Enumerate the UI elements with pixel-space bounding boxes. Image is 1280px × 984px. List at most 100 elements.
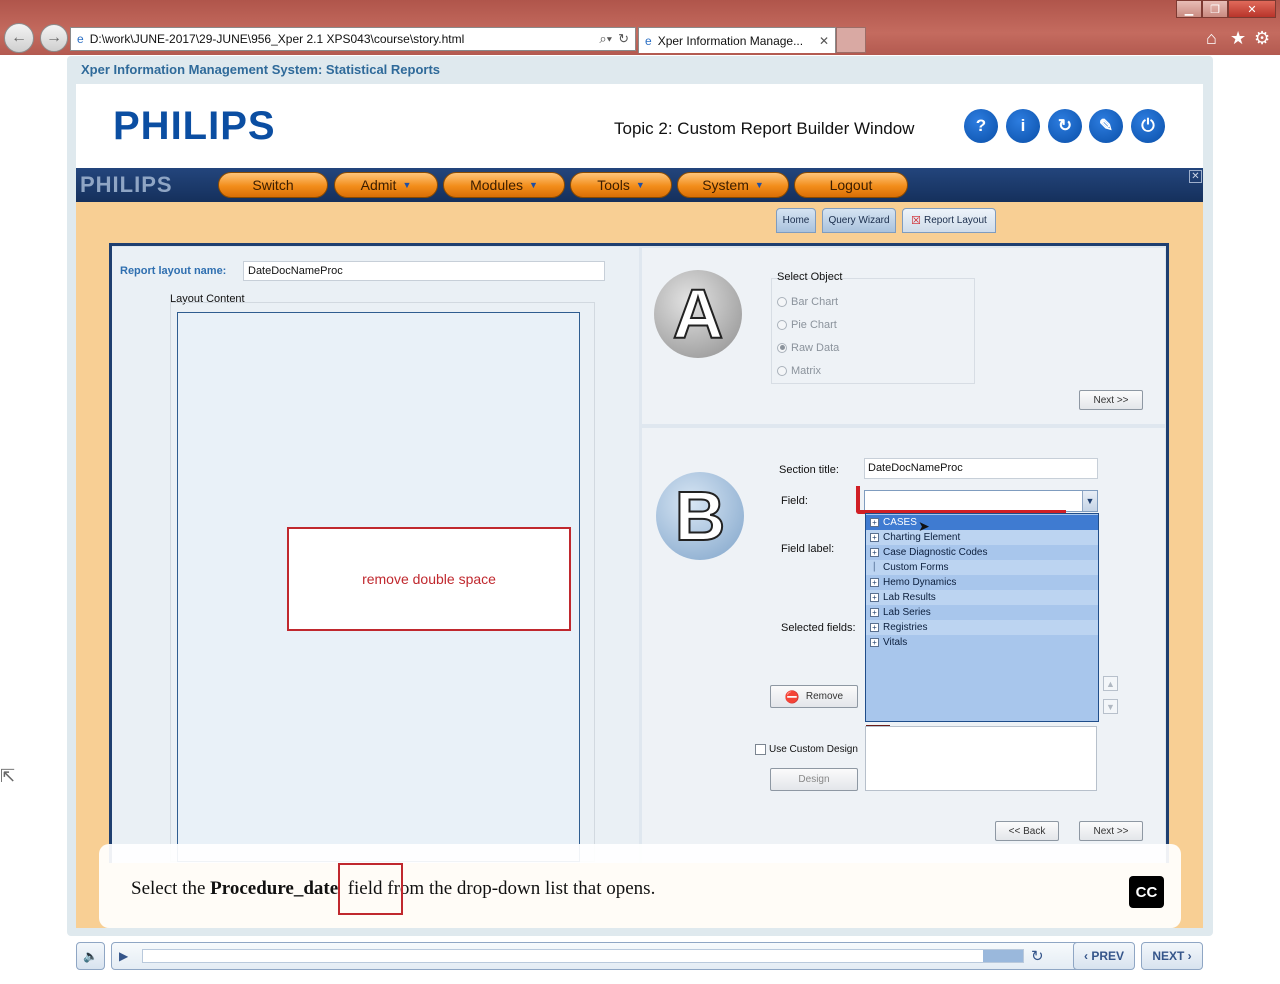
caption-pre: Select the [131, 878, 211, 899]
chevron-down-icon[interactable]: ▼ [1082, 491, 1097, 511]
expand-icon: + [870, 623, 879, 632]
replay-icon[interactable]: ↻ [1031, 947, 1044, 965]
ie-tab-icon: e [645, 33, 652, 48]
search-icon[interactable]: ⌕▾ [599, 31, 612, 47]
error-icon: ☒ [911, 215, 922, 227]
dropdown-item-cases[interactable]: + CASES [866, 515, 1098, 530]
radio-label: Bar Chart [791, 295, 839, 308]
new-tab-button[interactable] [836, 27, 866, 53]
menu-logout[interactable]: Logout [794, 172, 908, 198]
notes-button[interactable]: ✎ [1089, 109, 1123, 143]
play-icon[interactable]: ▶ [119, 949, 128, 963]
layout-name-input[interactable]: DateDocNameProc [243, 261, 605, 281]
section-b-next-button[interactable]: Next >> [1079, 821, 1143, 841]
info-button[interactable]: i [1006, 109, 1040, 143]
selected-fields-list[interactable] [865, 726, 1097, 791]
dropdown-item-case-diagnostic-codes[interactable]: + Case Diagnostic Codes [866, 545, 1098, 560]
menu-label: Switch [252, 177, 294, 193]
refresh-icon[interactable]: ↻ [618, 31, 629, 47]
forward-icon[interactable]: → [40, 24, 68, 52]
course-title: Xper Information Management System: Stat… [81, 62, 441, 77]
menu-label: Logout [829, 177, 873, 193]
field-label: Field: [781, 495, 808, 507]
philips-logo: PHILIPS [113, 104, 276, 148]
section-a-next-button[interactable]: Next >> [1079, 390, 1143, 410]
radio-raw-data[interactable]: Raw Data [777, 336, 839, 359]
menu-modules[interactable]: Modules ▼ [443, 172, 565, 198]
dropdown-item-custom-forms[interactable]: │ Custom Forms [866, 560, 1098, 575]
tab-label: Report Layout [924, 215, 987, 226]
remove-button[interactable]: ⛔ Remove [770, 685, 858, 708]
chevron-right-icon: › [1184, 949, 1192, 963]
back-icon[interactable]: ← [4, 23, 34, 53]
seek-progress [143, 950, 983, 962]
app-menubar: PHILIPS Switch Admit ▼ Modules ▼ Tools ▼ Sy… [76, 168, 1203, 202]
design-button[interactable]: Design [770, 768, 858, 791]
move-down-icon[interactable]: ▼ [1103, 699, 1118, 714]
item-label: Vitals [883, 637, 908, 648]
radio-pie-chart[interactable]: Pie Chart [777, 313, 839, 336]
menu-label: System [702, 177, 749, 193]
menu-tools[interactable]: Tools ▼ [570, 172, 672, 198]
dropdown-item-hemo-dynamics[interactable]: + Hemo Dynamics [866, 575, 1098, 590]
app-logo: PHILIPS [80, 172, 173, 197]
gear-icon[interactable]: ⚙ [1254, 28, 1270, 49]
radio-matrix[interactable]: Matrix [777, 359, 839, 382]
dropdown-item-charting-element[interactable]: + Charting Element [866, 530, 1098, 545]
restore-icon[interactable]: ❐ [1202, 0, 1228, 18]
dropdown-item-registries[interactable]: + Registries [866, 620, 1098, 635]
chevron-down-icon: ▼ [754, 180, 764, 190]
tab-close-icon[interactable]: ✕ [819, 34, 829, 48]
item-label: Case Diagnostic Codes [883, 547, 988, 558]
button-label: Remove [805, 691, 844, 702]
dropdown-item-lab-results[interactable]: + Lab Results [866, 590, 1098, 605]
chevron-down-icon: ▼ [402, 180, 412, 190]
closed-captions-button[interactable]: CC [1129, 876, 1164, 908]
tab-query-wizard[interactable]: Query Wizard [822, 208, 896, 233]
radio-icon [777, 365, 787, 376]
home-icon[interactable]: ⌂ [1206, 28, 1217, 49]
selected-fields-label: Selected fields: [781, 622, 856, 634]
expand-icon: + [870, 593, 879, 602]
review-remark: remove double space [287, 527, 571, 631]
close-icon[interactable]: ✕ [1228, 0, 1276, 18]
tab-report-layout[interactable]: ☒ Report Layout [902, 208, 996, 233]
app-close-icon[interactable]: ✕ [1189, 170, 1202, 183]
help-button[interactable]: ? [964, 109, 998, 143]
field-label-label: Field label: [781, 543, 835, 555]
radio-icon [777, 319, 787, 330]
volume-icon[interactable]: 🔈 [76, 942, 105, 970]
menu-switch[interactable]: Switch [218, 172, 328, 198]
expand-icon: + [870, 578, 879, 587]
address-bar[interactable]: e D:\work\JUNE-2017\29-JUNE\956_Xper 2.1… [70, 27, 636, 51]
next-button[interactable]: NEXT › [1141, 942, 1203, 970]
item-label: CASES [883, 517, 917, 528]
dropdown-item-lab-series[interactable]: + Lab Series [866, 605, 1098, 620]
prev-button[interactable]: ‹ PREV [1073, 942, 1135, 970]
dropdown-item-vitals[interactable]: + Vitals [866, 635, 1098, 650]
expand-icon: + [870, 533, 879, 542]
minimize-icon[interactable]: ▁ [1176, 0, 1202, 18]
chevron-down-icon: ▼ [529, 180, 538, 190]
browser-tab[interactable]: e Xper Information Manage... ✕ [638, 27, 836, 53]
radio-label: Raw Data [791, 341, 840, 354]
menu-system[interactable]: System ▼ [677, 172, 789, 198]
radio-bar-chart[interactable]: Bar Chart [777, 290, 839, 313]
mouse-pointer-icon: ⇱ [0, 766, 16, 786]
replay-button[interactable]: ↻ [1048, 109, 1082, 143]
next-label: NEXT [1152, 949, 1185, 963]
expand-icon: + [870, 548, 879, 557]
move-up-icon[interactable]: ▲ [1103, 676, 1118, 691]
menu-admit[interactable]: Admit ▼ [334, 172, 438, 198]
radio-label: Pie Chart [791, 318, 837, 331]
star-icon[interactable]: ★ [1230, 28, 1246, 49]
mouse-cursor-icon: ➤ [918, 518, 930, 534]
tab-home[interactable]: Home [776, 208, 816, 233]
use-custom-design-checkbox[interactable]: Use Custom Design [755, 744, 858, 755]
item-label: Registries [883, 622, 928, 633]
tree-line-icon: │ [872, 562, 877, 571]
section-title-input[interactable]: DateDocNameProc [864, 458, 1098, 479]
exit-button[interactable]: ⏻ [1131, 109, 1165, 143]
back-button[interactable]: << Back [995, 821, 1059, 841]
menu-label: Modules [470, 177, 523, 193]
